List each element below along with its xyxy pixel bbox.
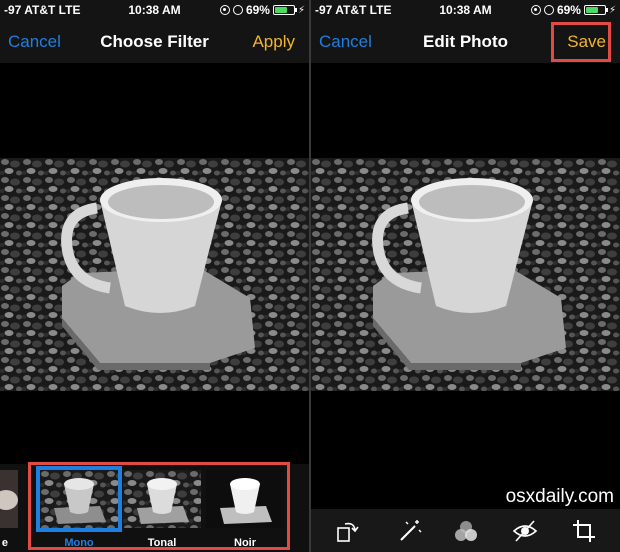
nav-bar: Cancel Choose Filter Apply <box>0 20 309 63</box>
apply-button[interactable]: Apply <box>252 32 295 52</box>
battery-icon <box>272 5 297 15</box>
save-button-highlight <box>551 22 611 62</box>
battery-percent: 69% <box>245 3 270 17</box>
magic-wand-icon[interactable] <box>395 517 423 545</box>
status-bar: -97 AT&T LTE 10:38 AM 69% ⚡ <box>311 0 620 20</box>
red-eye-icon[interactable] <box>511 517 539 545</box>
status-bar: -97 AT&T LTE 10:38 AM 69% ⚡ <box>0 0 309 20</box>
alarm-icon <box>543 5 554 15</box>
photo-preview <box>0 158 309 391</box>
charging-icon: ⚡ <box>608 4 616 16</box>
photo-preview <box>311 158 620 391</box>
crop-icon[interactable] <box>570 517 598 545</box>
filter-strip-highlight <box>28 462 290 550</box>
edit-photo-screen: -97 AT&T LTE 10:38 AM 69% ⚡ Cancel Edit … <box>311 0 620 552</box>
alarm-icon <box>232 5 243 15</box>
rotate-icon[interactable] <box>333 517 361 545</box>
watermark: osxdaily.com <box>505 486 614 507</box>
battery-percent: 69% <box>556 3 581 17</box>
rotation-lock-icon <box>219 5 230 15</box>
rotation-lock-icon <box>530 5 541 15</box>
filters-icon[interactable] <box>452 517 480 545</box>
choose-filter-screen: -97 AT&T LTE 10:38 AM 69% ⚡ Cancel Choos… <box>0 0 309 552</box>
filter-label-previous: e <box>1 537 8 549</box>
filter-thumb-previous[interactable] <box>0 470 18 528</box>
charging-icon: ⚡ <box>297 4 305 16</box>
battery-icon <box>583 5 608 15</box>
status-right: 69% ⚡ <box>530 3 616 17</box>
edit-toolbar <box>311 509 620 552</box>
status-right: 69% ⚡ <box>219 3 305 17</box>
screenshot-pair: -97 AT&T LTE 10:38 AM 69% ⚡ Cancel Choos… <box>0 0 620 552</box>
